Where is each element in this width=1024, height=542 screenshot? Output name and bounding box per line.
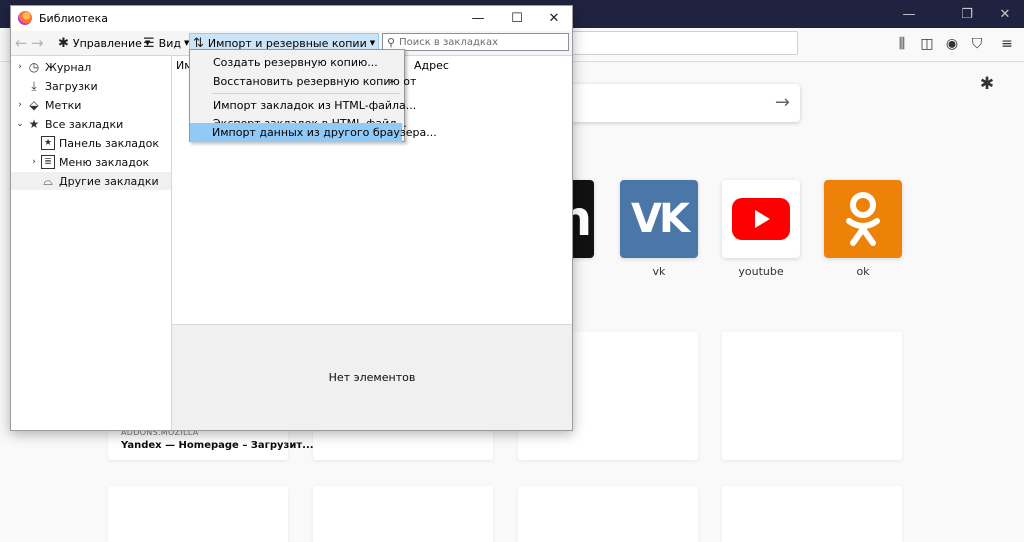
menu-item-label: Создать резервную копию... xyxy=(213,56,378,69)
expand-arrow-icon[interactable]: › xyxy=(29,157,39,167)
tree-label: Метки xyxy=(45,98,82,112)
details-pane: Нет элементов xyxy=(172,324,572,430)
dropdown-arrow-icon: ▼ xyxy=(369,39,376,47)
collapse-arrow-icon[interactable]: ⌄ xyxy=(15,119,25,129)
star-box-icon: ★ xyxy=(41,136,55,150)
import-label: Импорт и резервные копии xyxy=(207,36,367,50)
youtube-logo-icon xyxy=(732,198,790,240)
tree-label: Журнал xyxy=(45,60,92,74)
vk-logo-icon: VK xyxy=(631,196,690,242)
hamburger-menu-icon[interactable]: ≡ xyxy=(995,33,1019,55)
menu-separator xyxy=(212,93,400,94)
menu-list-icon: ≣ xyxy=(41,155,55,169)
close-icon[interactable]: ✕ xyxy=(982,0,1024,28)
highlight-card[interactable] xyxy=(722,332,902,460)
maximize-icon[interactable]: ☐ xyxy=(498,6,536,30)
tree-item-tags[interactable]: › ⬙ Метки xyxy=(15,96,172,114)
tree-item-other-bookmarks[interactable]: ⌓ Другие закладки xyxy=(11,172,171,190)
submenu-arrow-icon: › xyxy=(389,76,393,87)
ok-logo-icon xyxy=(846,192,880,246)
arrow-right-icon[interactable]: → xyxy=(775,92,790,113)
firefox-logo-icon xyxy=(18,11,32,25)
close-icon[interactable]: ✕ xyxy=(535,6,573,30)
menu-item-import-html[interactable]: Импорт закладок из HTML-файла... xyxy=(191,96,416,115)
column-header-address[interactable]: Адрес xyxy=(414,59,449,72)
menu-item-label: Импорт данных из другого браузера... xyxy=(212,126,437,139)
view-button[interactable]: ☰ Вид ▼ xyxy=(140,33,192,53)
menu-item-restore-backup[interactable]: Восстановить резервную копию от › xyxy=(191,72,416,91)
top-site-ok[interactable] xyxy=(824,180,902,258)
highlight-card[interactable] xyxy=(722,486,902,542)
library-titlebar: Библиотека — ☐ ✕ xyxy=(11,6,572,31)
gear-icon[interactable]: ✱ xyxy=(976,73,998,95)
tree-item-bookmarks-menu[interactable]: › ≣ Меню закладок xyxy=(29,153,172,171)
tree-label: Все закладки xyxy=(45,117,124,131)
search-icon: ⚲ xyxy=(387,35,396,49)
tree-label: Другие закладки xyxy=(59,174,159,188)
empty-state-text: Нет элементов xyxy=(328,371,416,384)
top-site-label: ok xyxy=(856,265,870,278)
top-site-youtube[interactable] xyxy=(722,180,800,258)
sidebar-icon[interactable]: ◫ xyxy=(915,33,939,55)
view-label: Вид xyxy=(158,36,181,50)
tray-icon: ⌓ xyxy=(43,173,53,188)
menu-item-label: Восстановить резервную копию от xyxy=(213,75,417,88)
download-icon: ⤓ xyxy=(31,78,37,93)
bookmark-search-input[interactable] xyxy=(399,36,560,48)
top-site-label: vk xyxy=(652,265,666,278)
shield-icon[interactable]: ⛉ xyxy=(965,33,989,55)
clock-icon: ◷ xyxy=(28,60,40,74)
menu-item-label: Импорт закладок из HTML-файла... xyxy=(213,99,417,112)
card-title[interactable]: Yandex — Homepage – Загрузит... xyxy=(121,440,314,451)
account-icon[interactable]: ◉ xyxy=(940,33,964,55)
view-list-icon: ☰ xyxy=(143,35,155,51)
browser-urlbar[interactable] xyxy=(560,31,798,55)
bookmark-search-box[interactable]: ⚲ xyxy=(382,33,569,51)
tag-icon: ⬙ xyxy=(29,98,39,112)
back-arrow-icon[interactable]: ← xyxy=(15,34,28,52)
library-tree: › ◷ Журнал ⤓ Загрузки › ⬙ Метки ⌄ ★ Все … xyxy=(11,56,172,430)
highlight-card[interactable] xyxy=(313,486,493,542)
manage-button[interactable]: ✱ Управление ▼ xyxy=(55,33,153,53)
tree-label: Загрузки xyxy=(45,79,98,93)
tree-label: Панель закладок xyxy=(59,136,159,150)
tree-label: Меню закладок xyxy=(59,155,150,169)
forward-arrow-icon[interactable]: → xyxy=(31,34,44,52)
highlight-card[interactable] xyxy=(518,486,698,542)
minimize-icon[interactable]: — xyxy=(459,6,497,30)
tree-item-all-bookmarks[interactable]: ⌄ ★ Все закладки xyxy=(15,115,172,133)
gear-icon: ✱ xyxy=(58,35,69,51)
top-site-vk[interactable]: VK xyxy=(620,180,698,258)
highlight-card[interactable] xyxy=(108,486,288,542)
top-site-label: youtube xyxy=(738,265,784,278)
expand-arrow-icon[interactable]: › xyxy=(15,100,25,110)
tree-item-bookmarks-toolbar[interactable]: ★ Панель закладок xyxy=(29,134,172,152)
minimize-icon[interactable]: — xyxy=(886,0,932,28)
manage-label: Управление xyxy=(72,36,142,50)
window-title: Библиотека xyxy=(39,12,108,25)
expand-arrow-icon[interactable]: › xyxy=(15,62,25,72)
star-icon: ★ xyxy=(28,117,40,131)
tree-item-downloads[interactable]: ⤓ Загрузки xyxy=(15,77,172,95)
menu-item-create-backup[interactable]: Создать резервную копию... xyxy=(191,53,403,72)
tree-item-history[interactable]: › ◷ Журнал xyxy=(15,58,172,76)
menu-item-import-from-browser[interactable]: Импорт данных из другого браузера... xyxy=(190,123,437,142)
library-icon[interactable]: ⫼ xyxy=(890,33,914,55)
